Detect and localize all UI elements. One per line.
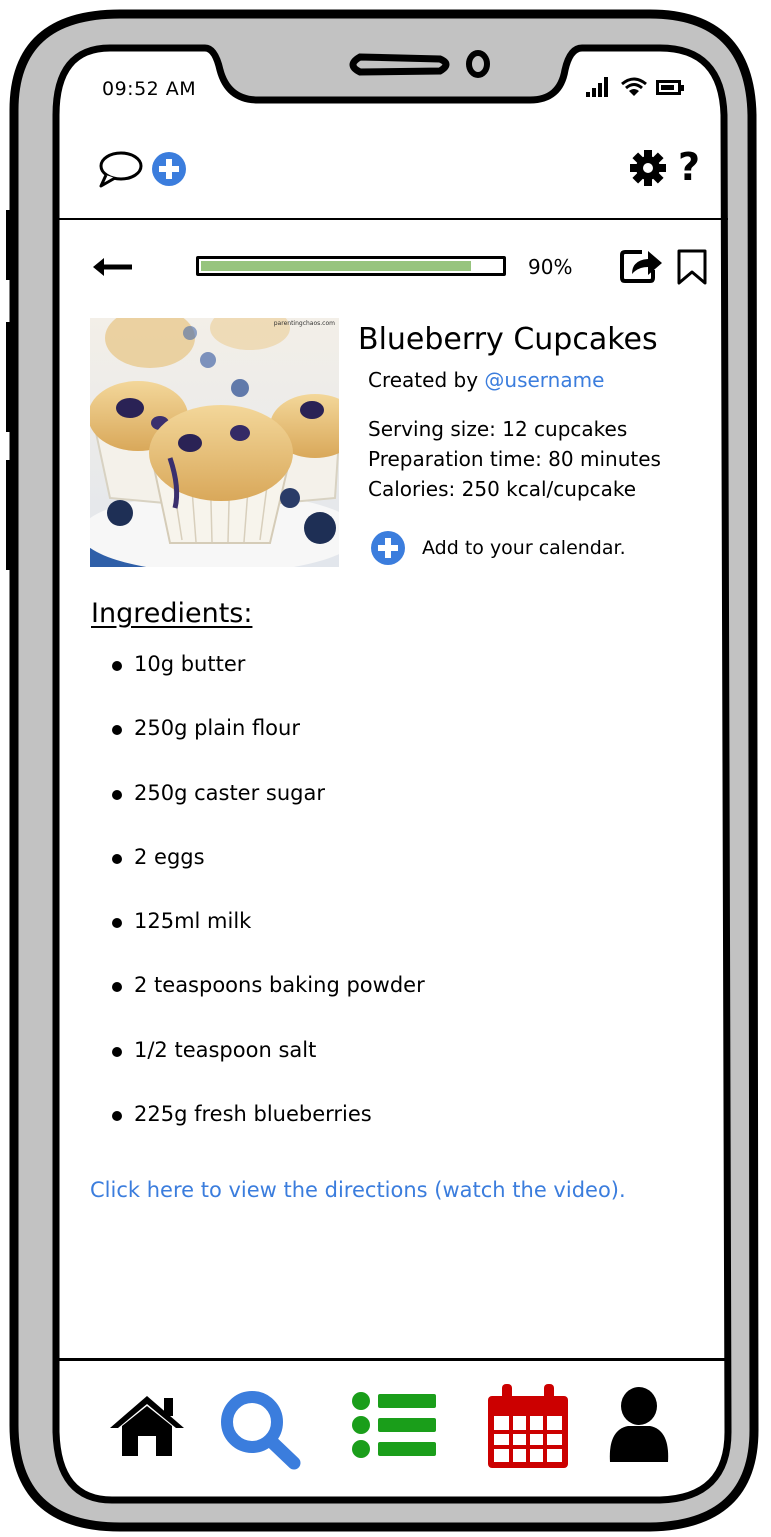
ingredient-text: 10g butter: [134, 652, 246, 676]
reading-progress-label: 90%: [528, 255, 573, 279]
serving-size: Serving size: 12 cupcakes: [368, 417, 628, 441]
bullet-icon: [112, 725, 122, 736]
signal-icon: [586, 77, 608, 97]
ingredients-heading: Ingredients:: [91, 598, 253, 629]
list-icon[interactable]: [350, 1392, 438, 1458]
plus-circle-icon[interactable]: [150, 150, 188, 188]
ingredient-item: 1/2 teaspoon salt: [110, 1038, 425, 1102]
ingredient-item: 125ml milk: [110, 909, 425, 973]
add-to-calendar-button[interactable]: Add to your calendar.: [370, 530, 626, 566]
tabbar-divider: [58, 1358, 728, 1361]
created-by-prefix: Created by: [368, 368, 485, 392]
directions-link[interactable]: Click here to view the directions (watch…: [90, 1178, 626, 1202]
search-icon[interactable]: [220, 1390, 302, 1470]
arrow-left-icon[interactable]: [90, 256, 134, 278]
ingredient-text: 250g plain flour: [134, 716, 300, 741]
ingredient-item: 2 eggs: [110, 845, 425, 909]
ingredient-text: 225g fresh blueberries: [134, 1102, 372, 1127]
calendar-icon[interactable]: [486, 1382, 570, 1470]
status-time: 09:52 AM: [102, 78, 197, 100]
bullet-icon: [112, 661, 122, 671]
plus-circle-icon: [371, 531, 405, 565]
share-icon[interactable]: [620, 246, 664, 284]
ingredient-text: 250g caster sugar: [134, 780, 325, 805]
reading-progress-fill: [201, 261, 471, 271]
ingredient-text: 1/2 teaspoon salt: [134, 1037, 317, 1062]
ingredient-item: 225g fresh blueberries: [110, 1102, 425, 1166]
battery-icon: [656, 80, 684, 95]
gear-icon[interactable]: [630, 150, 666, 186]
bullet-icon: [112, 853, 122, 864]
created-by: Created by @username: [368, 368, 604, 392]
ingredients-list: 10g butter 250g plain flour 250g caster su…: [110, 652, 425, 1166]
reading-progress-bar: [196, 256, 506, 276]
chat-bubble-icon[interactable]: [98, 150, 144, 188]
bookmark-icon[interactable]: [676, 248, 708, 286]
home-icon[interactable]: [108, 1392, 186, 1458]
wifi-icon: [621, 77, 647, 96]
recipe-photo: parentingchaos.com: [90, 318, 339, 567]
photo-watermark: parentingchaos.com: [273, 320, 335, 327]
ingredient-text: 2 eggs: [134, 844, 205, 869]
calories: Calories: 250 kcal/cupcake: [368, 477, 637, 501]
user-icon[interactable]: [606, 1386, 672, 1464]
bullet-icon: [112, 789, 122, 800]
add-to-calendar-label: Add to your calendar.: [422, 537, 626, 559]
bullet-icon: [112, 1046, 122, 1057]
preparation-time: Preparation time: 80 minutes: [368, 447, 661, 471]
header-divider: [58, 218, 728, 220]
ingredient-item: 10g butter: [110, 652, 425, 716]
ingredient-text: 2 teaspoons baking powder: [134, 973, 425, 998]
ingredient-item: 250g plain flour: [110, 716, 425, 780]
ingredient-text: 125ml milk: [134, 909, 252, 934]
bullet-icon: [112, 918, 122, 929]
question-mark-icon[interactable]: ?: [678, 145, 700, 189]
bullet-icon: [112, 1111, 122, 1122]
ingredient-item: 2 teaspoons baking powder: [110, 973, 425, 1037]
author-username-link[interactable]: @username: [484, 368, 604, 392]
ingredient-item: 250g caster sugar: [110, 781, 425, 845]
bullet-icon: [112, 982, 122, 993]
recipe-title: Blueberry Cupcakes: [358, 322, 658, 357]
